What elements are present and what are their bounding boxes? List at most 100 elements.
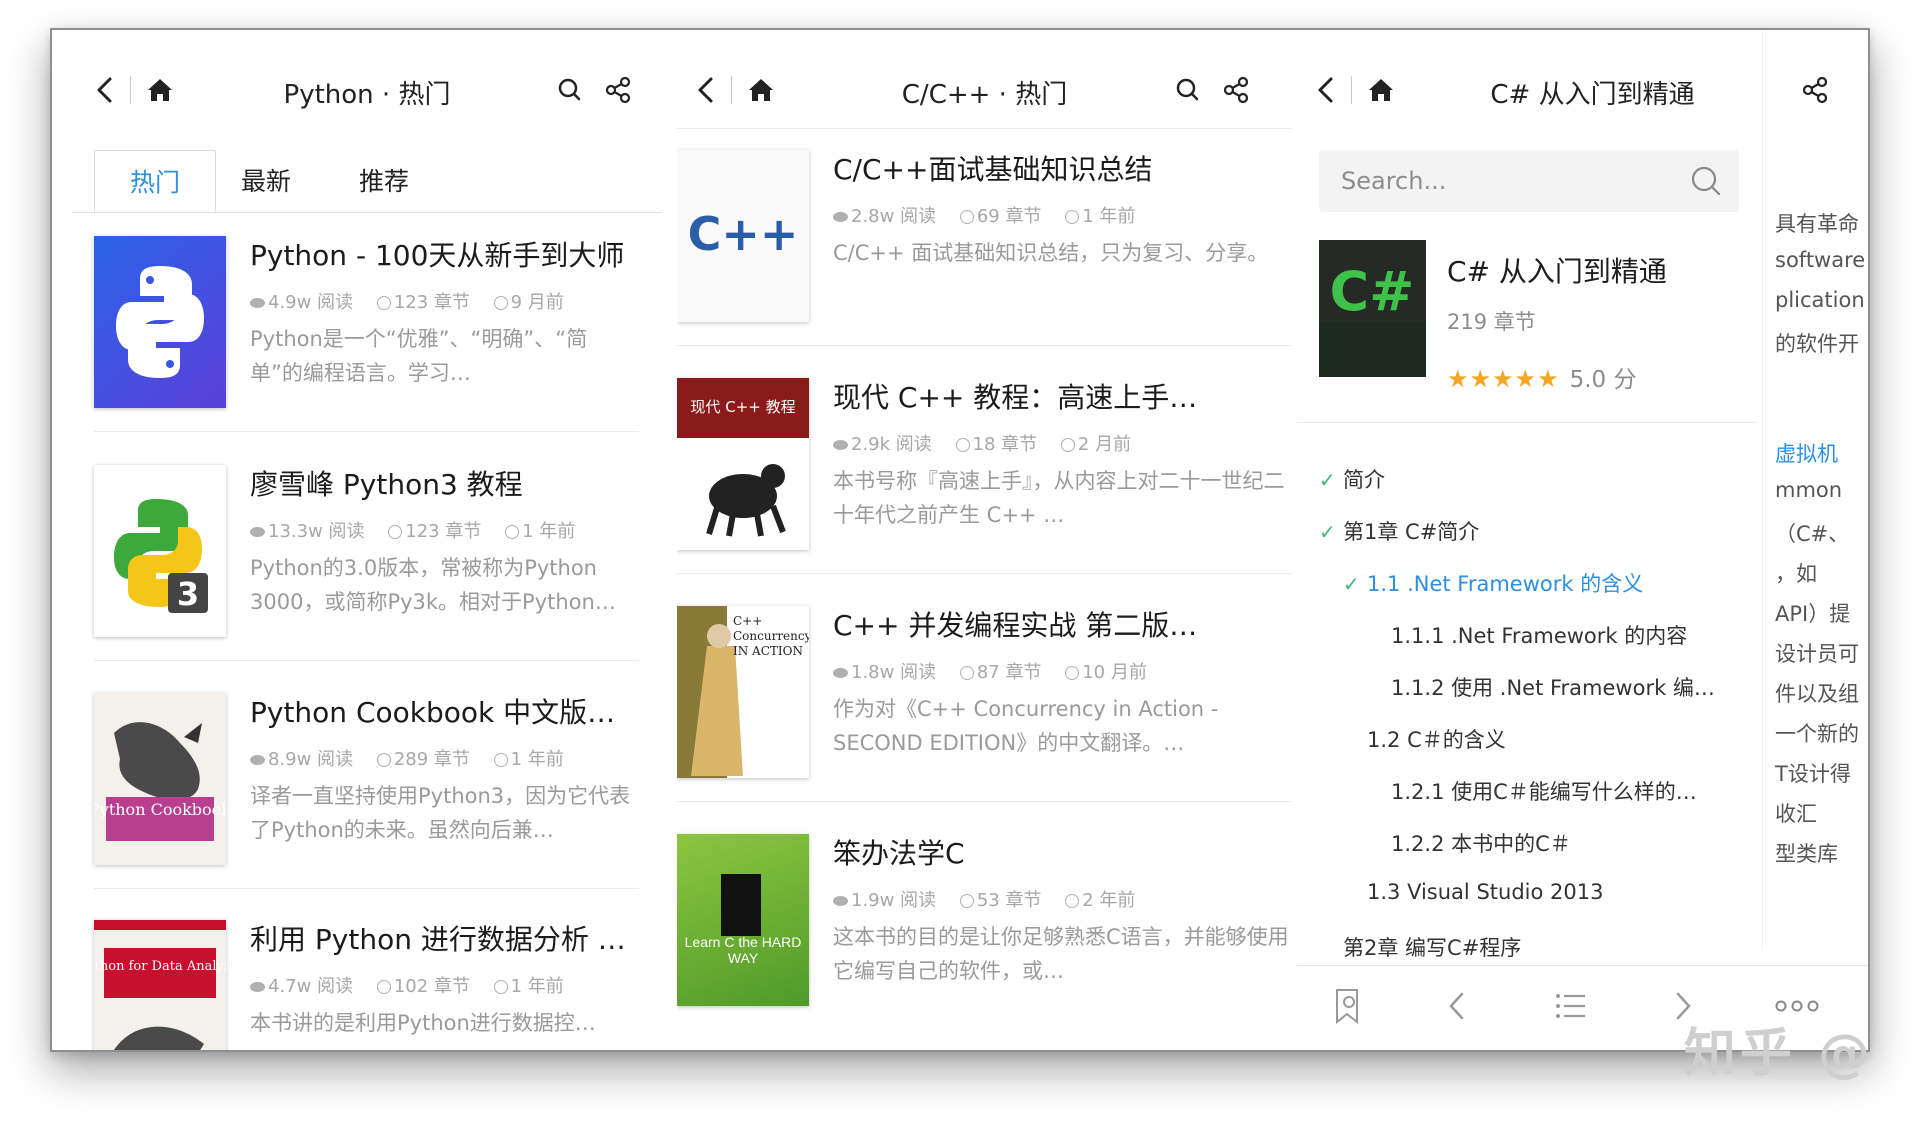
toc-item[interactable]: 1.2 C＃的含义 bbox=[1367, 724, 1506, 754]
search-icon[interactable] bbox=[552, 72, 588, 108]
book-item[interactable]: 现代 C++ 教程 现代 C++ 教程：高速上手… 2.9k 阅读 18 章节 … bbox=[677, 378, 1292, 574]
clock-icon bbox=[493, 296, 508, 310]
learn-c-hard-way-cover: Learn C the HARD WAY bbox=[677, 834, 809, 1006]
book-info: 利用 Python 进行数据分析 … 4.7w 阅读 102 章节 1 年前 本… bbox=[250, 920, 639, 1050]
share-icon[interactable] bbox=[600, 72, 636, 108]
toc-item[interactable]: ✓ 简介 bbox=[1319, 464, 1385, 494]
book-item[interactable]: Python Cookbook Python Cookbook 中文版… 8.9… bbox=[94, 693, 639, 889]
book-item[interactable]: C++ Concurrency IN ACTION C++ 并发编程实战 第二版… bbox=[677, 606, 1292, 802]
tab-recommended[interactable]: 推荐 bbox=[334, 150, 434, 212]
modern-cpp-cover: 现代 C++ 教程 bbox=[677, 378, 809, 550]
update-time: 10 月前 bbox=[1065, 662, 1147, 683]
book-description: 译者一直坚持使用Python3，因为它代表了Python的未来。虽然向后兼… bbox=[250, 784, 631, 842]
share-icon[interactable] bbox=[1797, 72, 1833, 108]
book-info: Python - 100天从新手到大师 4.9w 阅读 123 章节 9 月前 … bbox=[250, 236, 639, 390]
header: Python · 热门 bbox=[72, 60, 662, 120]
chapter-icon bbox=[955, 438, 970, 452]
eye-icon bbox=[833, 896, 848, 906]
content-line: 一个新的 bbox=[1775, 722, 1859, 746]
book-title[interactable]: 利用 Python 进行数据分析 … bbox=[250, 920, 639, 960]
share-icon[interactable] bbox=[1218, 72, 1254, 108]
book-info: Python Cookbook 中文版… 8.9w 阅读 289 章节 1 年前… bbox=[250, 693, 639, 847]
csharp-panel: 具有革命 software plication 的软件开 虚拟机 mmon （C… bbox=[1297, 30, 1868, 1050]
toc-item[interactable]: 1.1.2 使用 .Net Framework 编… bbox=[1391, 672, 1715, 702]
book-title[interactable]: C/C++面试基础知识总结 bbox=[833, 150, 1292, 190]
reads-count: 1.8w 阅读 bbox=[833, 662, 936, 683]
toc-item[interactable]: ✓ 第1章 C#简介 bbox=[1319, 516, 1479, 546]
chapter-icon bbox=[959, 666, 974, 680]
book-meta: 2.8w 阅读 69 章节 1 年前 bbox=[833, 202, 1292, 227]
toc-item[interactable]: 1.2.2 本书中的C＃ bbox=[1391, 828, 1571, 858]
book-title[interactable]: 现代 C++ 教程：高速上手… bbox=[833, 378, 1292, 418]
page-title: C/C++ · 热门 bbox=[901, 80, 1068, 110]
toc-item[interactable]: 1.1.1 .Net Framework 的内容 bbox=[1391, 620, 1687, 650]
book-title[interactable]: Python - 100天从新手到大师 bbox=[250, 236, 639, 276]
toc-item[interactable]: 1.3 Visual Studio 2013 bbox=[1367, 880, 1603, 904]
cover-text: Learn C the HARD WAY bbox=[684, 934, 802, 966]
cpp-concurrency-cover: C++ Concurrency IN ACTION bbox=[677, 606, 809, 778]
book-item[interactable]: 3 廖雪峰 Python3 教程 13.3w 阅读 123 章节 1 年前 Py… bbox=[94, 465, 639, 661]
book-meta: 4.7w 阅读 102 章节 1 年前 bbox=[250, 972, 639, 997]
reads-count: 4.7w 阅读 bbox=[250, 976, 353, 997]
search-icon[interactable] bbox=[1170, 72, 1206, 108]
cover-text: C++ bbox=[688, 207, 799, 261]
content-line: API）提 bbox=[1775, 602, 1851, 626]
home-icon[interactable] bbox=[1363, 72, 1399, 108]
back-icon[interactable] bbox=[88, 72, 124, 108]
eye-icon bbox=[250, 982, 265, 992]
eye-icon bbox=[833, 212, 848, 222]
book-title[interactable]: 笨办法学C bbox=[833, 834, 1292, 874]
book-title[interactable]: C++ 并发编程实战 第二版… bbox=[833, 606, 1292, 646]
toc-item[interactable]: 第2章 编写C#程序 bbox=[1343, 932, 1521, 962]
previous-chapter-icon[interactable] bbox=[1435, 984, 1479, 1028]
cover-text: 现代 C++ 教程 bbox=[690, 398, 795, 416]
check-icon: ✓ bbox=[1319, 520, 1336, 544]
book-title[interactable]: 廖雪峰 Python3 教程 bbox=[250, 465, 639, 505]
tab-latest[interactable]: 最新 bbox=[216, 150, 316, 212]
cover-text: C# bbox=[1330, 260, 1415, 323]
clock-icon bbox=[493, 753, 508, 767]
book-info: 廖雪峰 Python3 教程 13.3w 阅读 123 章节 1 年前 Pyth… bbox=[250, 465, 639, 619]
book-info: 笨办法学C 1.9w 阅读 53 章节 2 年前 这本书的目的是让你足够熟悉C语… bbox=[833, 834, 1292, 988]
catalog-list-icon[interactable] bbox=[1549, 984, 1593, 1028]
page-title: Python · 热门 bbox=[283, 80, 451, 110]
book-title[interactable]: Python Cookbook 中文版… bbox=[250, 693, 639, 733]
chapter-icon bbox=[959, 210, 974, 224]
book-item[interactable]: Learn C the HARD WAY 笨办法学C 1.9w 阅读 53 章节… bbox=[677, 834, 1292, 1029]
back-icon[interactable] bbox=[1309, 72, 1345, 108]
content-line: plication bbox=[1775, 288, 1865, 312]
book-item[interactable]: Python - 100天从新手到大师 4.9w 阅读 123 章节 9 月前 … bbox=[94, 236, 639, 432]
python-logo-cover bbox=[94, 236, 226, 408]
screenshot-frame: Python · 热门 热门 最新 推荐 Python - 100天从新手到大师… bbox=[50, 28, 1870, 1052]
update-time: 9 月前 bbox=[493, 292, 564, 313]
divider bbox=[1297, 422, 1757, 423]
eye-icon bbox=[250, 527, 265, 537]
chapter-icon bbox=[376, 296, 391, 310]
book-info: C/C++面试基础知识总结 2.8w 阅读 69 章节 1 年前 C/C++ 面… bbox=[833, 150, 1292, 304]
tab-hot[interactable]: 热门 bbox=[94, 150, 216, 212]
toc-item-current[interactable]: ✓ 1.1 .Net Framework 的含义 bbox=[1343, 568, 1643, 598]
book-description: Python是一个“优雅”、“明确”、“简单”的编程语言。学习… bbox=[250, 327, 588, 385]
clock-icon bbox=[1065, 210, 1080, 224]
content-line: 型类库 bbox=[1775, 842, 1838, 866]
book-item[interactable]: C++ C/C++面试基础知识总结 2.8w 阅读 69 章节 1 年前 C/C… bbox=[677, 150, 1292, 346]
book-info: C++ 并发编程实战 第二版… 1.8w 阅读 87 章节 10 月前 作为对《… bbox=[833, 606, 1292, 760]
book-item[interactable]: Python for Data Analysis 利用 Python 进行数据分… bbox=[94, 920, 639, 1050]
home-icon[interactable] bbox=[743, 72, 779, 108]
page-title: C# 从入门到精通 bbox=[1490, 80, 1695, 110]
content-link[interactable]: 虚拟机 bbox=[1775, 438, 1838, 468]
toc-item[interactable]: 1.2.1 使用C＃能编写什么样的… bbox=[1391, 776, 1697, 806]
chapter-count: 123 章节 bbox=[388, 521, 481, 542]
book-meta: 4.9w 阅读 123 章节 9 月前 bbox=[250, 288, 639, 313]
book-description: 本书号称『高速上手』，从内容上对二十一世纪二十年代之前产生 C++ … bbox=[833, 469, 1285, 527]
python-cookbook-cover: Python Cookbook bbox=[94, 693, 226, 865]
cpp-panel: C/C++ · 热门 C++ C/C++面试基础知识总结 2.8w 阅读 69 … bbox=[677, 30, 1292, 1050]
bookmark-icon[interactable] bbox=[1325, 984, 1369, 1028]
home-icon[interactable] bbox=[142, 72, 178, 108]
chapter-icon bbox=[376, 980, 391, 994]
back-icon[interactable] bbox=[689, 72, 725, 108]
search-input[interactable]: Search... bbox=[1319, 150, 1739, 212]
tab-bar: 热门 最新 推荐 bbox=[72, 150, 662, 213]
reads-count: 2.9k 阅读 bbox=[833, 434, 932, 455]
search-icon[interactable] bbox=[1687, 162, 1725, 200]
